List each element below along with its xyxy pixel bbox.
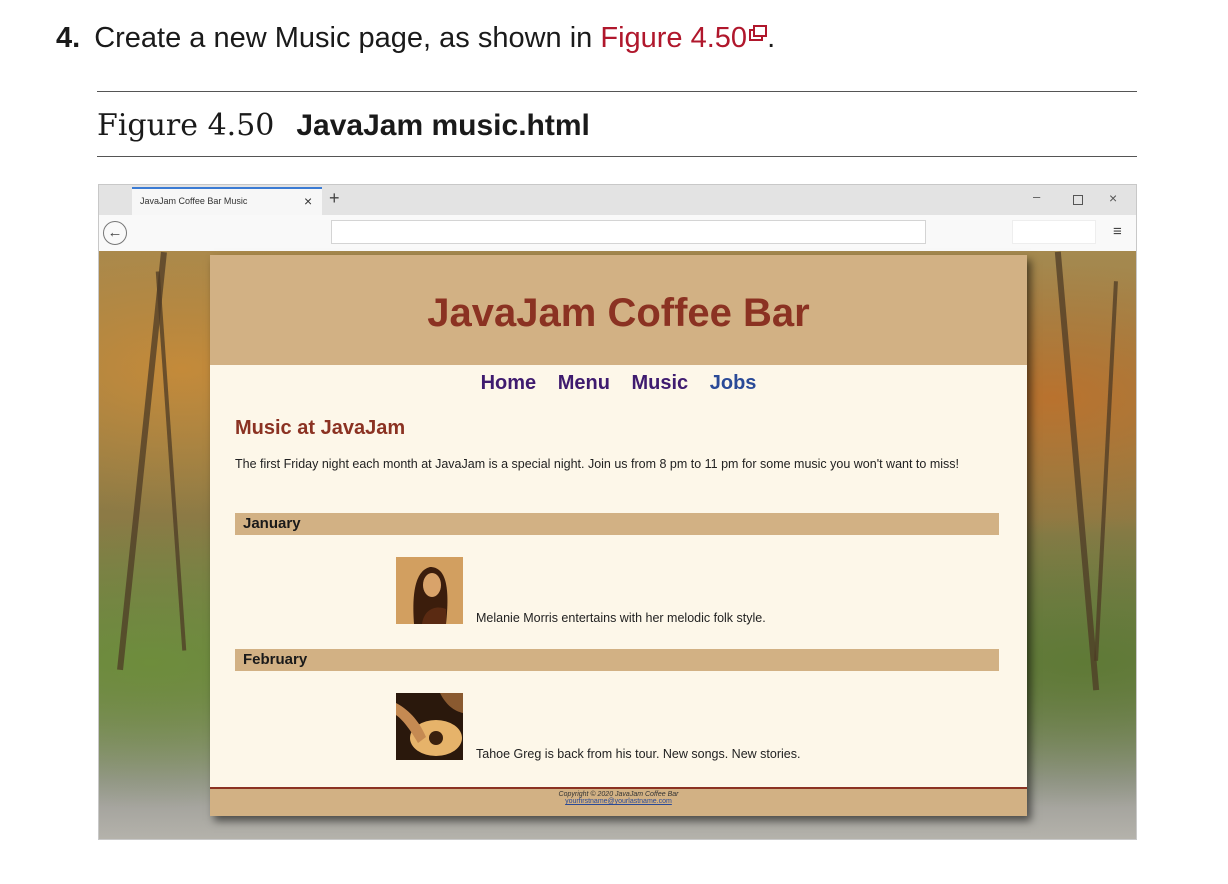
site-nav: Home Menu Music Jobs (210, 372, 1027, 395)
melanie-morris-photo (396, 557, 463, 624)
tree-trunk (1054, 251, 1100, 691)
figure-link[interactable]: Figure 4.50 (600, 22, 747, 54)
instruction-period: . (767, 22, 776, 54)
month-name: January (243, 515, 301, 532)
footer-email-link[interactable]: yourfirstname@yourlastname.com (210, 798, 1027, 805)
nav-jobs-link[interactable]: Jobs (710, 372, 757, 394)
close-window-icon[interactable]: × (1109, 190, 1117, 206)
tahoe-greg-photo (396, 693, 463, 760)
close-tab-icon[interactable]: × (304, 193, 312, 209)
tab-title: JavaJam Coffee Bar Music (140, 196, 248, 206)
site-footer: Copyright © 2020 JavaJam Coffee Bar your… (210, 789, 1027, 816)
tab-bar: JavaJam Coffee Bar Music × + – × (99, 185, 1136, 215)
figure-caption: Figure 4.50 JavaJam music.html (97, 106, 590, 146)
tree-trunk (155, 271, 187, 651)
nav-music-link[interactable]: Music (631, 372, 688, 394)
caption-rule-bottom (97, 156, 1137, 157)
month-heading-february: February (235, 649, 999, 671)
february-caption: Tahoe Greg is back from his tour. New so… (476, 747, 801, 761)
copyright-text: Copyright © 2020 JavaJam Coffee Bar (558, 791, 679, 798)
external-window-icon[interactable] (749, 25, 768, 41)
browser-window: JavaJam Coffee Bar Music × + – × ← ≡ Jav… (99, 185, 1136, 839)
site-header: JavaJam Coffee Bar (210, 255, 1027, 365)
january-caption: Melanie Morris entertains with her melod… (476, 611, 766, 625)
instruction-line: 4. Create a new Music page, as shown in F… (56, 18, 775, 58)
browser-tab[interactable]: JavaJam Coffee Bar Music × (132, 187, 322, 215)
figure-title: JavaJam music.html (296, 109, 590, 142)
tree-trunk (1094, 281, 1118, 661)
new-tab-icon[interactable]: + (329, 188, 340, 209)
back-arrow-icon[interactable]: ← (103, 221, 127, 245)
address-bar[interactable] (331, 220, 926, 244)
site-title: JavaJam Coffee Bar (427, 291, 810, 335)
intro-paragraph: The first Friday night each month at Jav… (235, 457, 959, 471)
nav-home-link[interactable]: Home (481, 372, 537, 394)
figure-number: Figure 4.50 (97, 108, 275, 143)
search-box[interactable] (1012, 220, 1096, 244)
browser-toolbar: ← ≡ (99, 215, 1136, 252)
minimize-icon[interactable]: – (1033, 189, 1040, 204)
nav-menu-link[interactable]: Menu (558, 372, 610, 394)
javajam-page: JavaJam Coffee Bar Home Menu Music Jobs … (210, 255, 1027, 816)
step-number: 4. (56, 22, 81, 54)
maximize-icon[interactable] (1073, 195, 1083, 205)
hamburger-menu-icon[interactable]: ≡ (1113, 223, 1122, 240)
page-viewport: JavaJam Coffee Bar Home Menu Music Jobs … (99, 251, 1136, 839)
instruction-text: Create a new Music page, as shown in (94, 22, 593, 54)
caption-rule-top (97, 91, 1137, 92)
month-heading-january: January (235, 513, 999, 535)
page-heading: Music at JavaJam (235, 417, 406, 439)
month-name: February (243, 651, 308, 668)
